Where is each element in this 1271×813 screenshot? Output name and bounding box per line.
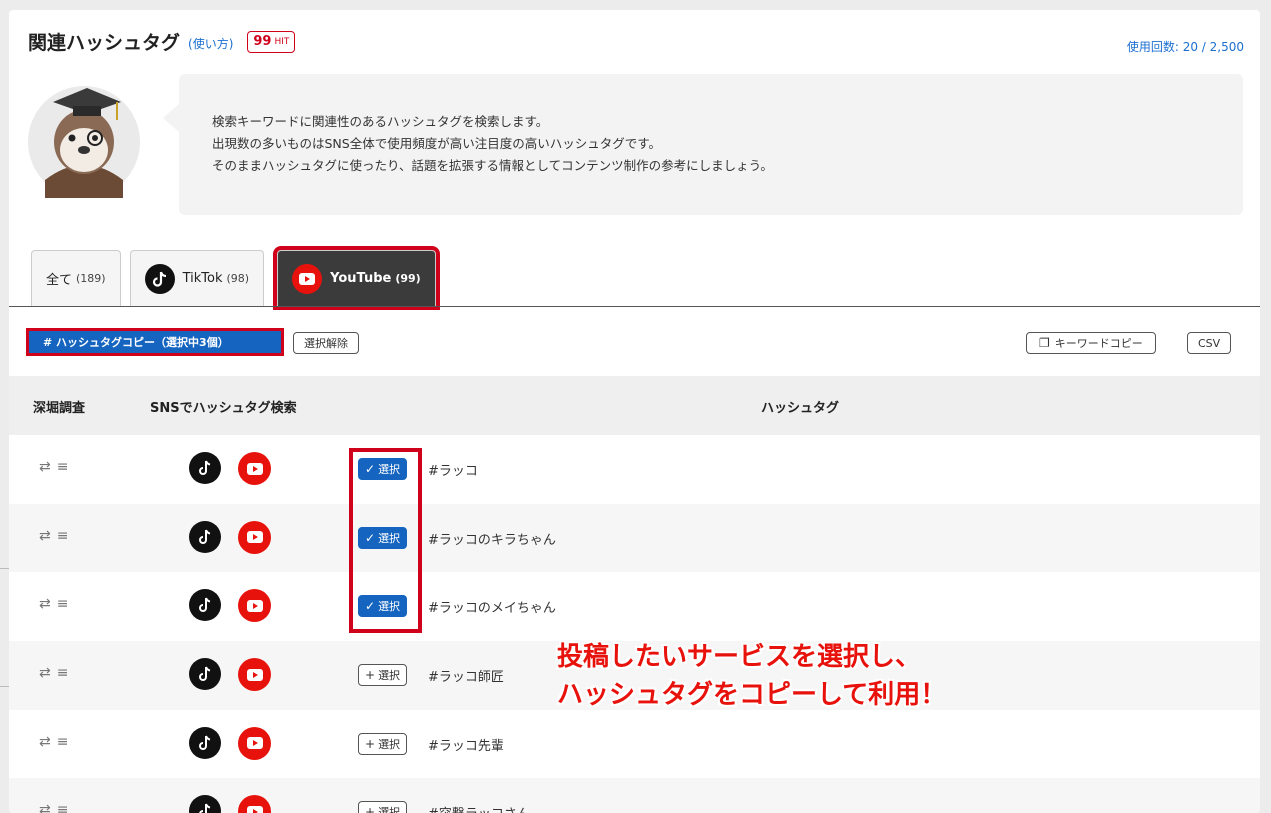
column-header-hashtag: ハッシュタグ [761,401,840,416]
table-header: 深堀調査 SNSでハッシュタグ検索 ハッシュタグ [9,376,1260,435]
plus-icon: + [365,736,376,751]
row-actions: ⇄≡ [39,802,74,813]
retweet-icon[interactable]: ⇄ [39,459,57,475]
description-bubble: 検索キーワードに関連性のあるハッシュタグを検索します。 出現数の多いものはSNS… [163,74,1243,215]
row-actions: ⇄≡ [39,734,74,750]
menu-icon[interactable]: ≡ [57,665,75,681]
annotation-line: ハッシュタグをコピーして利用！ [557,680,947,710]
menu-icon[interactable]: ≡ [57,528,75,544]
selection-highlight-box [349,448,422,633]
column-header-sns-search: SNSでハッシュタグ検索 [150,401,297,416]
select-toggle[interactable]: + 選択 [358,664,408,687]
left-divider [0,568,9,569]
menu-icon[interactable]: ≡ [57,596,75,612]
row-actions: ⇄≡ [39,665,74,681]
row-actions: ⇄≡ [39,596,74,612]
hashtag-text: #ラッコのキラちゃん [428,532,556,548]
keyword-copy-button[interactable]: ❐ キーワードコピー [1026,332,1156,354]
tab-count: (189) [76,272,106,285]
youtube-icon [292,263,323,294]
tab-count: (99) [395,272,421,285]
tab-count: (98) [226,272,250,285]
retweet-icon[interactable]: ⇄ [39,665,57,681]
tab-label: YouTube [330,271,392,286]
howto-link[interactable]: (使い方) [188,35,233,52]
tiktok-search-icon[interactable] [189,452,221,484]
menu-icon[interactable]: ≡ [57,459,75,475]
hit-unit: HIT [274,36,290,47]
hashtag-text: #ラッコのメイちゃん [428,601,556,617]
description-line: 出現数の多いものはSNS全体で使用頻度が高い注目度の高いハッシュタグです。 [212,136,661,151]
table-row: ⇄≡ ✓ 選択 #ラッコのキラちゃん [9,503,1260,573]
retweet-icon[interactable]: ⇄ [39,802,57,813]
hashtag-table: ⇄≡ ✓ 選択 #ラッコ ⇄≡ ✓ 選択 #ラッコのキラちゃん ⇄≡ ✓ 選択 #ラッコのメイちゃん ⇄… [9,435,1260,813]
csv-button[interactable]: CSV [1187,332,1232,354]
hit-count: 99 [253,34,272,49]
page-title: 関連ハッシュタグ [28,32,181,54]
select-toggle[interactable]: + 選択 [358,732,408,755]
tab-label: TikTok [182,271,223,286]
tiktok-icon [144,263,175,294]
table-row: ⇄≡ ✓ 選択 #ラッコのメイちゃん [9,572,1260,641]
tiktok-search-icon[interactable] [189,520,221,553]
retweet-icon[interactable]: ⇄ [39,596,57,612]
tab-tiktok[interactable]: TikTok (98) [129,250,265,306]
retweet-icon[interactable]: ⇄ [39,734,57,750]
tab-divider [9,306,1260,307]
table-row: ⇄≡ +選択 #突撃ラッコさん [9,778,1260,813]
copy-icon: ❐ [1039,336,1050,350]
description-line: 検索キーワードに関連性のあるハッシュタグを検索します。 [212,114,549,129]
hashtag-text: #ラッコ師匠 [428,670,504,686]
youtube-search-icon[interactable] [238,795,271,813]
youtube-search-icon[interactable] [238,658,271,692]
hashtag-copy-button[interactable]: # ハッシュタグコピー（選択中3個） [26,328,284,356]
description-line: そのままハッシュタグに使ったり、話題を拡張する情報としてコンテンツ制作の参考にし… [212,158,773,173]
select-toggle[interactable]: + 選択 [358,801,408,813]
plus-icon: + [365,805,376,813]
annotation-line: 投稿したいサービスを選択し、 [557,642,922,672]
menu-icon[interactable]: ≡ [57,802,75,813]
plus-icon: + [365,668,376,683]
youtube-search-icon[interactable] [238,589,271,623]
retweet-icon[interactable]: ⇄ [39,528,57,544]
usage-counter: 使用回数: 20 / 2,500 [1126,40,1244,54]
platform-tabs: 全て (189) TikTok (98) YouTube (99) [31,246,445,310]
select-label: 選択 [378,806,401,813]
hashtag-text: #ラッコ [428,464,478,479]
select-label: 選択 [378,669,401,683]
tab-all[interactable]: 全て (189) [31,250,121,306]
row-actions: ⇄≡ [39,459,74,475]
title-row: 関連ハッシュタグ (使い方) 99 HIT [28,28,296,55]
hashtag-text: #突撃ラッコさん [428,803,530,813]
hit-badge: 99 HIT [247,30,296,53]
left-divider [0,686,9,687]
menu-icon[interactable]: ≡ [57,734,75,750]
sea-otter-avatar-icon [28,86,140,198]
keyword-copy-label: キーワードコピー [1054,337,1143,350]
youtube-search-icon[interactable] [238,452,271,485]
column-header-deep-dive: 深堀調査 [33,401,86,416]
tiktok-search-icon[interactable] [189,658,221,691]
youtube-search-icon[interactable] [238,726,271,760]
tiktok-search-icon[interactable] [189,795,221,813]
table-row: ⇄≡ + 選択 #ラッコ先輩 [9,710,1260,779]
unselect-button[interactable]: 選択解除 [293,332,359,354]
hashtag-text: #ラッコ先輩 [428,738,504,754]
annotation-callout: 投稿したいサービスを選択し、 ハッシュタグをコピーして利用！ [557,638,946,714]
tab-youtube[interactable]: YouTube (99) [273,246,440,310]
table-row: ⇄≡ ✓ 選択 #ラッコ [9,435,1260,504]
row-actions: ⇄≡ [39,528,74,544]
select-label: 選択 [378,737,401,751]
tiktok-search-icon[interactable] [189,589,221,622]
youtube-search-icon[interactable] [238,520,271,554]
tab-label: 全て [46,273,73,288]
tiktok-search-icon[interactable] [189,726,221,759]
related-hashtag-panel: 関連ハッシュタグ (使い方) 99 HIT 使用回数: 20 / 2,500 検… [9,10,1260,813]
